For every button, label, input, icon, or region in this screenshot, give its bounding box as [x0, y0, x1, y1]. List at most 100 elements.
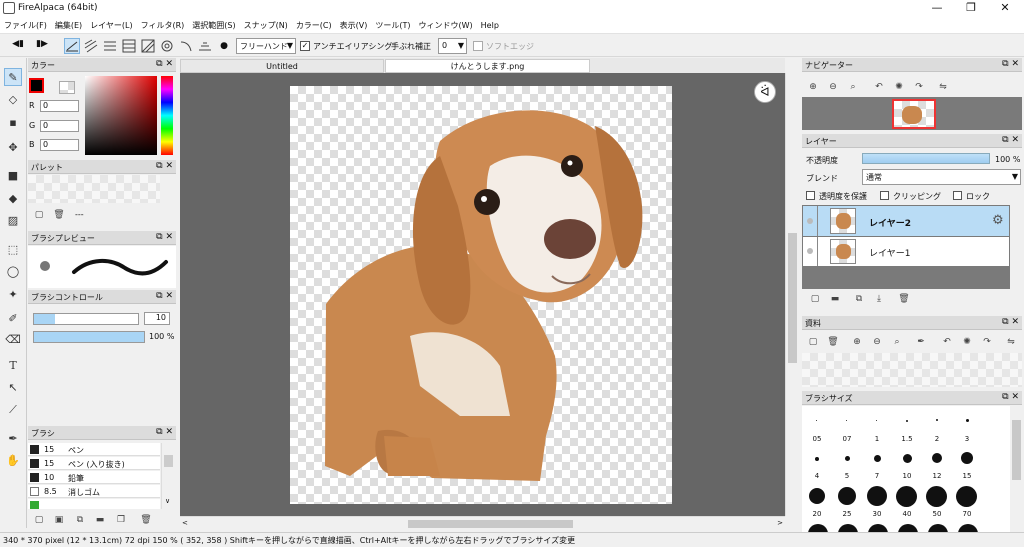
list-item[interactable]: 8.5 消しゴム — [28, 485, 160, 498]
scroll-thumb[interactable] — [1012, 420, 1021, 480]
zoom-out-icon[interactable]: ⊖ — [870, 335, 884, 349]
scroll-thumb[interactable] — [164, 455, 173, 467]
horizontal-scrollbar[interactable]: < > — [180, 516, 785, 530]
snap-circle-icon[interactable] — [159, 38, 175, 54]
gradient-tool-icon[interactable]: ▨ — [4, 212, 22, 230]
menu-file[interactable]: ファイル(F) — [0, 17, 51, 31]
zoom-fit-icon[interactable]: ⌕ — [890, 335, 904, 349]
lasso-tool-icon[interactable]: ◯ — [4, 263, 22, 281]
move-tool-icon[interactable]: ✥ — [4, 139, 22, 157]
gear-icon[interactable]: ⚙ — [992, 213, 1004, 228]
folder-icon[interactable]: ▬ — [828, 292, 842, 306]
size-dot[interactable] — [956, 486, 977, 507]
materials-area[interactable] — [802, 353, 1022, 387]
layer-row[interactable]: レイヤー2 ⚙ — [803, 206, 1009, 236]
trash-icon[interactable]: 🗑 — [897, 292, 911, 306]
blend-select[interactable]: 通常 ▼ — [862, 169, 1021, 185]
protect-alpha-checkbox[interactable] — [806, 191, 815, 200]
size-dot[interactable] — [928, 524, 948, 532]
rotate-right-icon[interactable]: ↷ — [980, 335, 994, 349]
chevron-right-icon[interactable]: > — [777, 519, 783, 527]
brush-opacity-slider[interactable] — [33, 331, 145, 343]
eyedropper-tool-icon[interactable]: ✒ — [4, 430, 22, 448]
flip-icon[interactable]: ⇋ — [936, 80, 950, 94]
layer-row[interactable]: レイヤー1 — [803, 237, 1009, 266]
size-dot[interactable] — [816, 420, 817, 421]
list-item[interactable]: 10 鉛筆 — [28, 471, 160, 484]
scroll-thumb[interactable] — [788, 233, 797, 363]
fill-rect-tool-icon[interactable]: ■ — [4, 167, 22, 185]
size-dot[interactable] — [808, 524, 828, 532]
trash-icon[interactable]: 🗑 — [139, 513, 153, 527]
size-dot[interactable] — [926, 486, 947, 507]
zoom-out-icon[interactable]: ⊖ — [826, 80, 840, 94]
size-dot[interactable] — [936, 419, 938, 421]
vertical-scrollbar[interactable] — [785, 73, 798, 516]
zoom-in-icon[interactable]: ⊕ — [806, 80, 820, 94]
canvas[interactable] — [290, 86, 672, 504]
foreground-color-swatch[interactable] — [29, 78, 44, 93]
divide-tool-icon[interactable]: ⟋ — [4, 401, 22, 419]
menu-window[interactable]: ウィンドウ(W) — [415, 17, 477, 31]
brush-dot-icon[interactable]: ● — [216, 38, 232, 54]
tab-kentou[interactable]: けんとうします.png — [385, 59, 590, 73]
operation-tool-icon[interactable]: ↖ — [4, 379, 22, 397]
size-dot[interactable] — [815, 457, 819, 461]
layer-opacity-slider[interactable] — [862, 153, 990, 164]
panel-controls-icon[interactable]: ⧉ ✕ — [156, 59, 173, 69]
size-dot[interactable] — [958, 524, 978, 532]
select-tool-icon[interactable]: ⬚ — [4, 241, 22, 259]
size-dot[interactable] — [809, 488, 825, 504]
rotate-left-icon[interactable]: ↶ — [872, 80, 886, 94]
menu-layer[interactable]: レイヤー(L) — [86, 17, 136, 31]
menu-color[interactable]: カラー(C) — [292, 17, 336, 31]
antialias-checkbox[interactable]: ✓ — [300, 41, 310, 51]
reset-rotation-icon[interactable]: ✺ — [960, 335, 974, 349]
menu-select[interactable]: 選択範囲(S) — [188, 17, 239, 31]
hue-slider[interactable] — [161, 76, 173, 155]
new-layer-icon[interactable]: ▢ — [808, 292, 822, 306]
menu-filter[interactable]: フィルタ(R) — [137, 17, 189, 31]
scroll-thumb[interactable] — [408, 520, 573, 528]
snap-grid-icon[interactable] — [121, 38, 137, 54]
rotate-right-icon[interactable]: ↷ — [912, 80, 926, 94]
brush-size-slider[interactable] — [33, 313, 139, 325]
folder-icon[interactable]: ▬ — [93, 513, 107, 527]
soft-edge-checkbox[interactable] — [473, 41, 483, 51]
rotate-left-icon[interactable]: ↶ — [940, 335, 954, 349]
canvas-area[interactable]: ᐛ — [180, 73, 785, 516]
brush-list-scrollbar[interactable]: ∨ — [161, 443, 174, 509]
menu-tool[interactable]: ツール(T) — [371, 17, 414, 31]
size-dot[interactable] — [845, 456, 850, 461]
size-dot[interactable] — [867, 486, 887, 506]
brush-size-scrollbar[interactable] — [1010, 406, 1023, 532]
duplicate-icon[interactable]: ❐ — [114, 513, 128, 527]
menu-view[interactable]: 表示(V) — [336, 17, 372, 31]
minimize-button[interactable]: — — [920, 0, 954, 17]
undo-icon[interactable]: ◀▮ — [10, 38, 26, 54]
eyedropper-icon[interactable]: ✒ — [914, 335, 928, 349]
r-field[interactable]: 0 — [40, 100, 79, 112]
menu-edit[interactable]: 編集(E) — [51, 17, 86, 31]
panel-controls-icon[interactable]: ⧉ ✕ — [156, 427, 173, 437]
zoom-fit-icon[interactable]: ⌕ — [846, 80, 860, 94]
lock-checkbox[interactable] — [953, 191, 962, 200]
brush-settings-icon[interactable]: ▣ — [52, 513, 66, 527]
eraser-tool-icon[interactable]: ◇ — [4, 91, 22, 109]
tab-untitled[interactable]: Untitled — [180, 59, 384, 73]
select-pen-tool-icon[interactable]: ✐ — [4, 310, 22, 328]
panel-controls-icon[interactable]: ⧉ ✕ — [156, 232, 173, 242]
clipping-checkbox[interactable] — [880, 191, 889, 200]
size-dot[interactable] — [932, 453, 942, 463]
saturation-value-picker[interactable] — [85, 76, 157, 155]
snap-parallel-icon[interactable] — [83, 38, 99, 54]
panel-controls-icon[interactable]: ⧉ ✕ — [1002, 392, 1019, 402]
panel-controls-icon[interactable]: ⧉ ✕ — [1002, 317, 1019, 327]
size-dot[interactable] — [874, 455, 881, 462]
flip-icon[interactable]: ⇋ — [1004, 335, 1018, 349]
snap-cross-icon[interactable] — [102, 38, 118, 54]
g-field[interactable]: 0 — [40, 120, 79, 132]
magic-wand-tool-icon[interactable]: ✦ — [4, 286, 22, 304]
new-palette-icon[interactable]: ▢ — [32, 208, 46, 222]
size-dot[interactable] — [838, 487, 856, 505]
